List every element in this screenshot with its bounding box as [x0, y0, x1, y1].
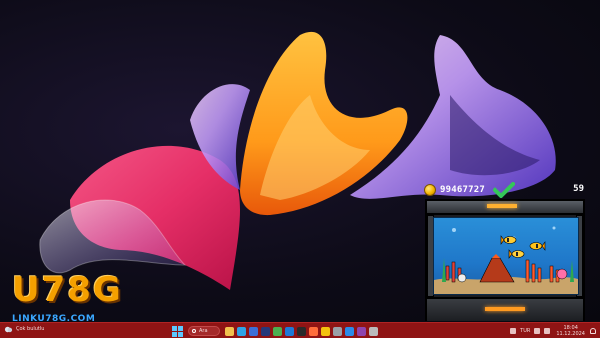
photoshop-icon[interactable]	[261, 326, 270, 336]
brand-logo: U78G LINKU78G.COM	[4, 270, 138, 322]
tank-lid-light	[487, 204, 517, 208]
weather-icon	[4, 326, 13, 333]
taskbar-search[interactable]: Ara	[188, 326, 220, 336]
weather-widget[interactable]: Çok bulutlu	[4, 325, 44, 334]
start-icon	[172, 325, 177, 331]
gear-icon[interactable]	[369, 326, 378, 336]
fish-2	[508, 249, 525, 259]
tank-water	[433, 217, 579, 295]
start-button[interactable]	[172, 325, 183, 337]
outlook-icon[interactable]	[285, 326, 294, 336]
check-icon[interactable]	[493, 182, 515, 198]
chevron-up-icon[interactable]	[510, 328, 517, 334]
file-explorer-icon[interactable]	[225, 326, 234, 336]
level-value: 59	[573, 184, 584, 194]
bubble	[452, 228, 456, 232]
coin-counter: 99467727	[424, 183, 485, 197]
bubble	[552, 226, 556, 230]
coin-value: 99467727	[440, 185, 485, 195]
app-purple-icon[interactable]	[357, 326, 366, 336]
search-icon	[192, 329, 196, 333]
taskbar-apps: Ara	[172, 325, 381, 337]
xbox-icon[interactable]	[273, 326, 282, 336]
maps-icon[interactable]	[309, 326, 318, 336]
notification-icon[interactable]	[590, 328, 596, 334]
taskbar: Çok bulutlu Ara TUR 18:04 11.12.2024	[0, 322, 600, 338]
logo-domain: LINKU78G.COM	[12, 314, 96, 322]
tank-lid	[427, 201, 583, 215]
volume-icon[interactable]	[544, 328, 551, 334]
fish-3	[529, 241, 546, 251]
tank-base-light	[485, 307, 525, 311]
pink-coral	[556, 268, 568, 280]
aquarium-tank[interactable]	[425, 199, 585, 321]
vscode-icon[interactable]	[345, 326, 354, 336]
search-label: Ara	[199, 328, 208, 334]
edge-icon[interactable]	[237, 326, 246, 336]
fish-1	[500, 235, 517, 245]
tank-base	[427, 297, 583, 321]
volcano-decoration	[479, 257, 515, 283]
pinned-apps	[225, 326, 381, 336]
coin-icon	[424, 184, 436, 196]
aquarium-scene	[434, 226, 578, 294]
wifi-icon[interactable]	[534, 328, 541, 334]
store-icon[interactable]	[249, 326, 258, 336]
plant	[442, 258, 446, 282]
language-indicator[interactable]: TUR	[520, 328, 530, 334]
weather-text: Çok bulutlu	[16, 326, 45, 332]
settings-icon[interactable]	[333, 326, 342, 336]
desktop: 99467727 59 U78G LINKU78G.COM	[0, 0, 600, 322]
skull-decoration	[457, 273, 467, 283]
plant	[570, 260, 574, 282]
terminal-icon[interactable]	[297, 326, 306, 336]
clock-date: 11.12.2024	[556, 331, 585, 337]
logo-mark: U78G	[12, 270, 123, 310]
system-tray: TUR 18:04 11.12.2024	[506, 324, 596, 338]
chrome-icon[interactable]	[321, 326, 330, 336]
clock[interactable]: 18:04 11.12.2024	[556, 325, 585, 337]
aquarium-widget[interactable]: 99467727 59	[420, 180, 590, 322]
